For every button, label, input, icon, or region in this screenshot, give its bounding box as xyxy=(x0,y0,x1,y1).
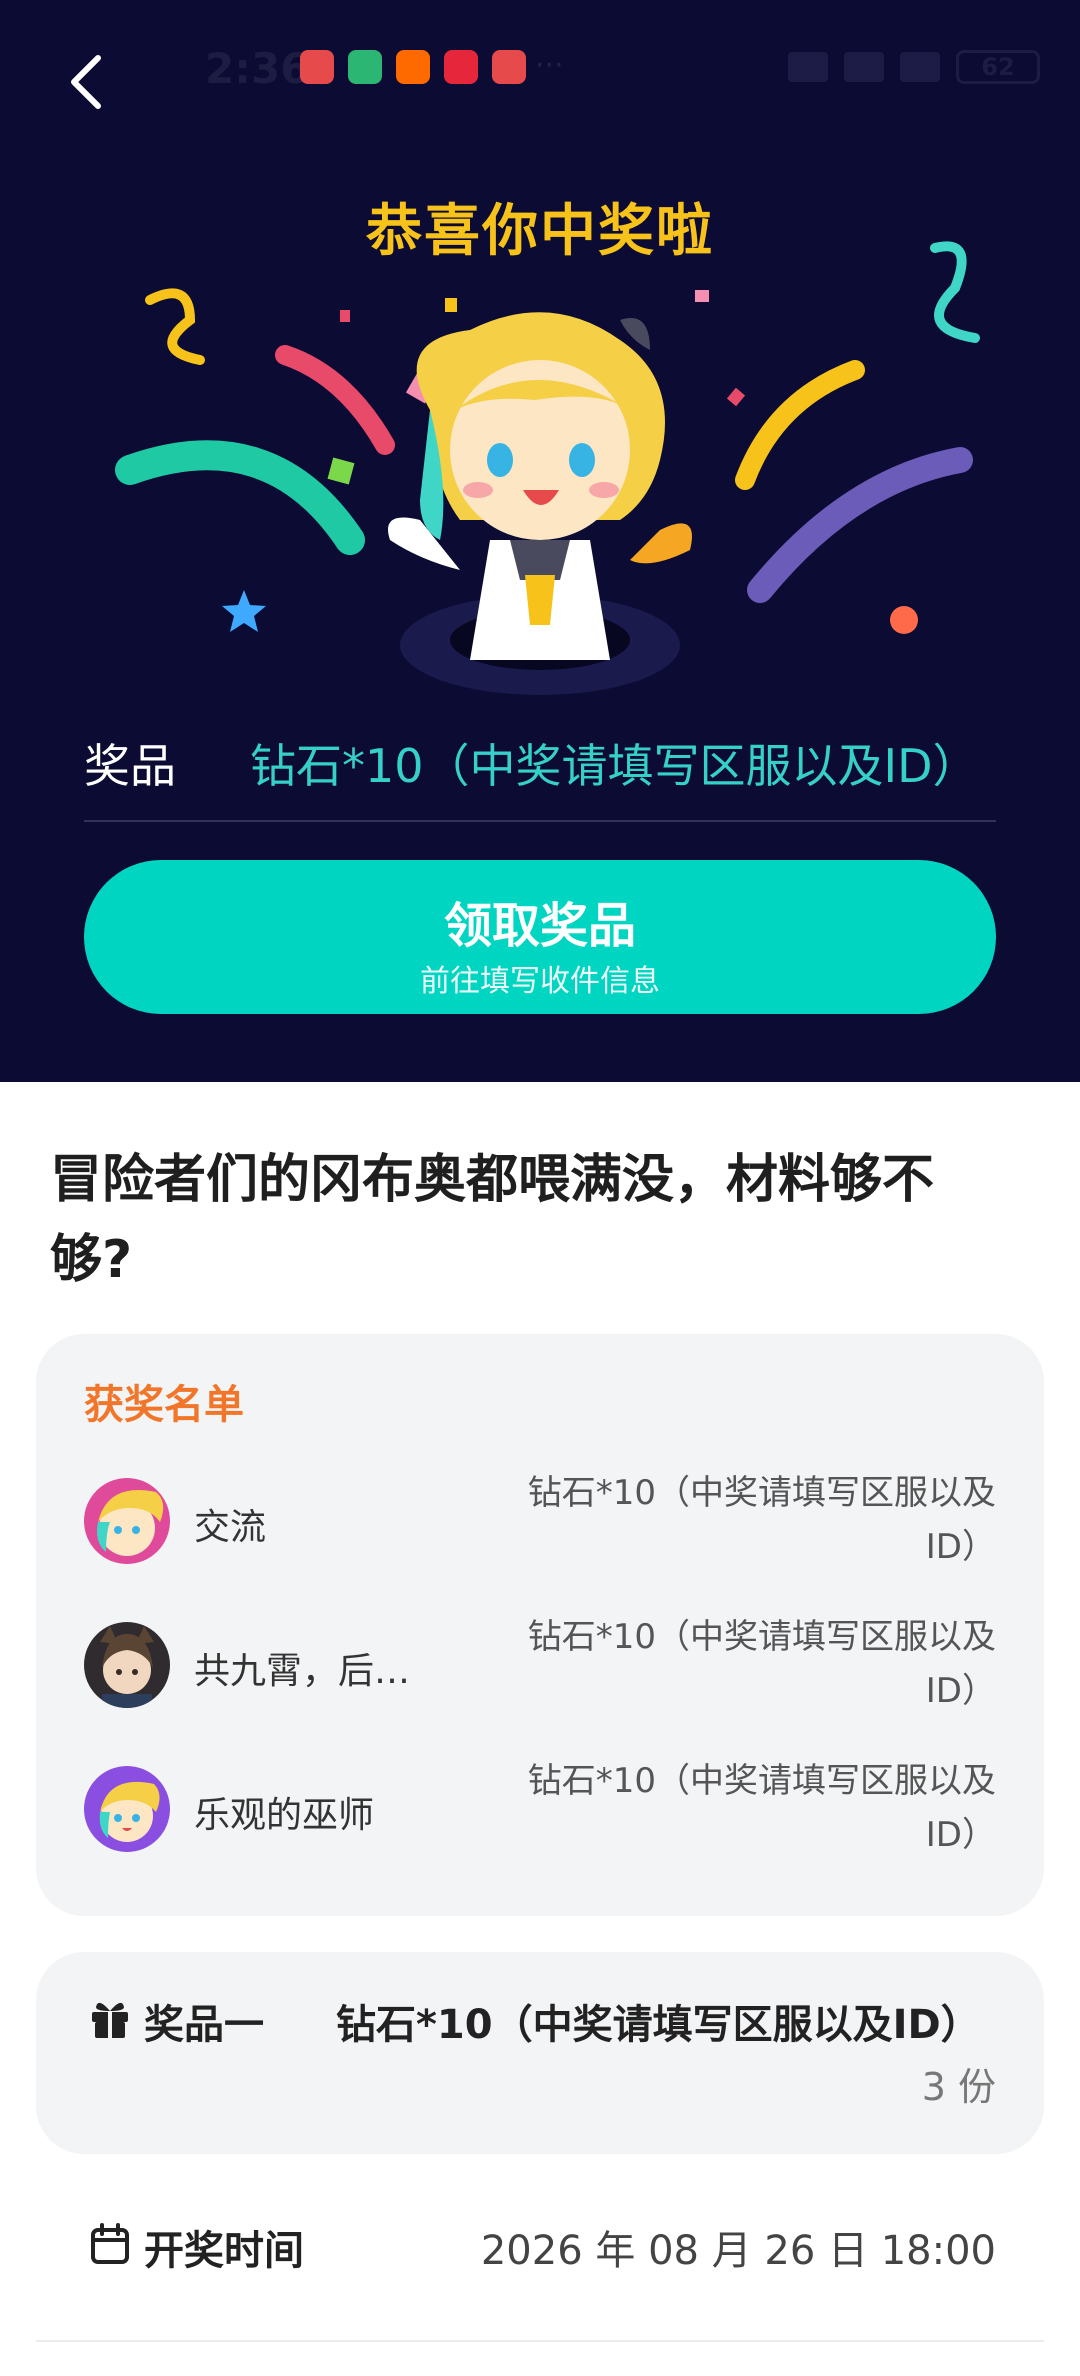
avatar[interactable] xyxy=(84,1766,170,1852)
winner-name: 交流 xyxy=(194,1507,267,1548)
prize-hero: 2:36 ··· 62 恭喜你中奖啦 奖品 钻石*10（中奖请填写区服以及ID）… xyxy=(0,0,1080,1082)
winner-name: 共九霄，后… xyxy=(194,1651,411,1692)
post-title[interactable]: 冒险者们的冈布奥都喂满没，材料够不够? xyxy=(50,1140,1010,1300)
wifi-icon xyxy=(788,52,828,82)
draw-time-label: 开奖时间 xyxy=(144,2228,304,2274)
signal-icon xyxy=(844,52,884,82)
prize-one-value: 钻石*10（中奖请填写区服以及ID） xyxy=(336,2002,981,2048)
mascot-illustration xyxy=(388,312,692,660)
back-arrow-icon[interactable] xyxy=(60,52,120,112)
prize-one-count: 3 份 xyxy=(921,2065,996,2109)
signal-icon-2 xyxy=(900,52,940,82)
gift-icon xyxy=(92,2002,128,2038)
draw-time-value: 2026 年 08 月 26 日 18:00 xyxy=(480,2228,996,2274)
notification-icons xyxy=(300,50,526,84)
prize-divider xyxy=(84,820,996,822)
prize-one-label: 奖品一 xyxy=(144,2002,264,2048)
store-app-icon xyxy=(444,50,478,84)
winner-prize: 钻石*10（中奖请填写区服以及ID） xyxy=(527,1617,996,1711)
huawei-app-icon-2 xyxy=(492,50,526,84)
winner-prize: 钻石*10（中奖请填写区服以及ID） xyxy=(527,1473,996,1567)
avatar[interactable] xyxy=(84,1478,170,1564)
winner-row[interactable]: 共九霄，后… 钻石*10（中奖请填写区服以及ID） xyxy=(84,1610,996,1720)
avatar[interactable] xyxy=(84,1622,170,1708)
winner-row[interactable]: 乐观的巫师 钻石*10（中奖请填写区服以及ID） xyxy=(84,1754,996,1864)
status-bar: 2:36 ··· 62 xyxy=(0,0,1080,140)
taobao-app-icon xyxy=(396,50,430,84)
winners-card: 获奖名单 交流 钻石*10（中奖请填写区服以及ID） 共九霄，后… 钻石*10（… xyxy=(36,1334,1044,1916)
prize-one-card: 奖品一 钻石*10（中奖请填写区服以及ID） 3 份 xyxy=(36,1952,1044,2154)
winner-name: 乐观的巫师 xyxy=(194,1795,375,1836)
huawei-app-icon xyxy=(300,50,334,84)
mi-app-icon xyxy=(348,50,382,84)
prize-label: 奖品 xyxy=(84,739,176,793)
status-right-icons: 62 xyxy=(788,50,1040,84)
bottom-divider xyxy=(36,2340,1044,2342)
winners-title: 获奖名单 xyxy=(84,1382,244,1428)
status-time: 2:36 xyxy=(205,44,310,93)
winner-prize: 钻石*10（中奖请填写区服以及ID） xyxy=(527,1761,996,1855)
calendar-icon xyxy=(91,2223,129,2264)
draw-time-row: 开奖时间 2026 年 08 月 26 日 18:00 xyxy=(36,2190,1044,2300)
claim-prize-button[interactable]: 领取奖品 前往填写收件信息 xyxy=(84,860,996,1014)
winner-row[interactable]: 交流 钻石*10（中奖请填写区服以及ID） xyxy=(84,1466,996,1576)
battery-icon: 62 xyxy=(956,50,1040,84)
claim-button-subtitle: 前往填写收件信息 xyxy=(420,964,660,999)
prize-row: 奖品 钻石*10（中奖请填写区服以及ID） xyxy=(84,720,996,820)
claim-button-title: 领取奖品 xyxy=(443,898,636,954)
status-more-indicator: ··· xyxy=(535,48,564,83)
prize-value: 钻石*10（中奖请填写区服以及ID） xyxy=(250,739,979,793)
